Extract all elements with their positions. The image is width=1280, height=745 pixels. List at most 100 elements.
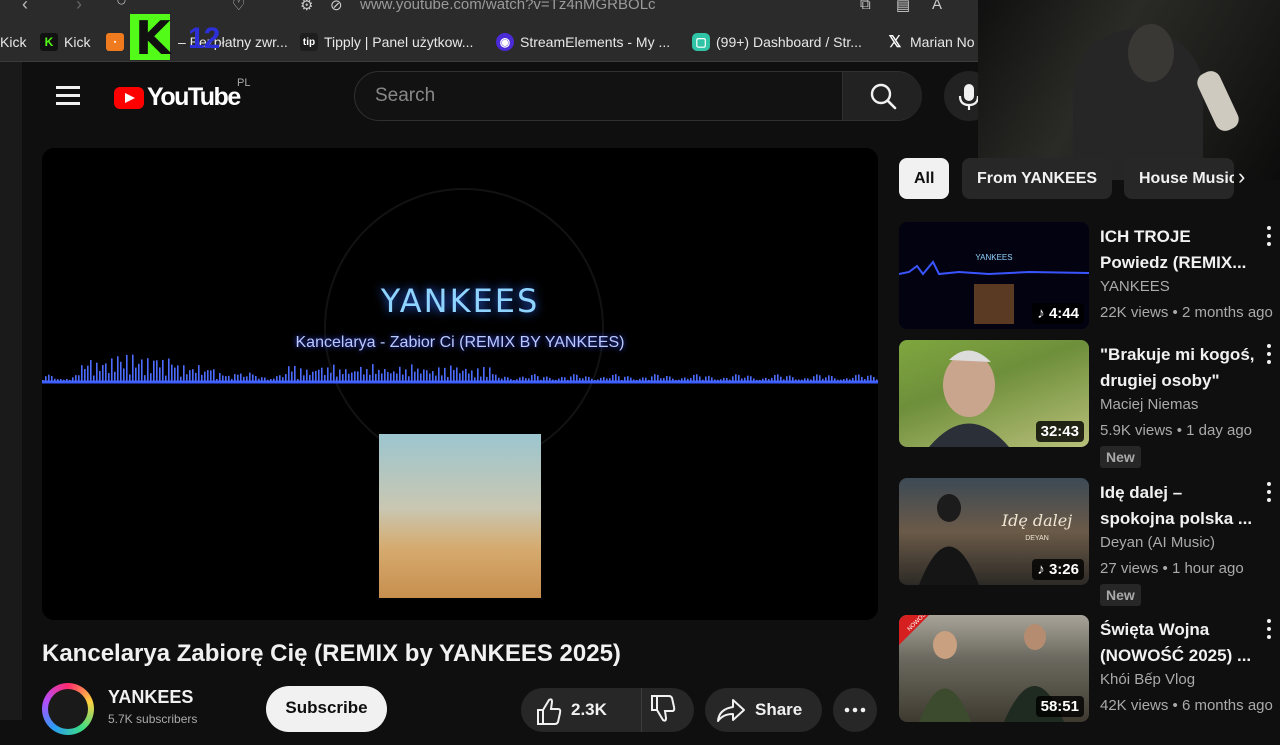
waveform-bar	[549, 377, 551, 382]
chip-house-music[interactable]: House Music	[1124, 158, 1234, 199]
waveform-bar	[468, 373, 470, 382]
site-settings-icon[interactable]: ⚙	[300, 0, 313, 14]
waveform-bar	[525, 378, 527, 382]
duration-badge: ♪ 4:44	[1032, 303, 1084, 324]
waveform-bar	[870, 375, 872, 382]
waveform-bar	[51, 376, 53, 382]
bookmark-add-icon[interactable]: ♡	[232, 0, 245, 14]
search-button[interactable]	[842, 72, 922, 120]
bookmark-streamelements[interactable]: ◉ StreamElements - My ...	[496, 32, 670, 52]
waveform-bar	[816, 374, 818, 382]
more-vertical-icon[interactable]	[1263, 226, 1275, 252]
subscribe-button[interactable]: Subscribe	[266, 686, 387, 732]
recommendation-channel[interactable]: Deyan (AI Music)	[1100, 534, 1215, 551]
more-vertical-icon[interactable]	[1263, 344, 1275, 370]
waveform-bar	[654, 374, 656, 382]
video-thumbnail[interactable]: YANKEES ♪ 4:44	[899, 222, 1089, 329]
bookmark-label: (99+) Dashboard / Str...	[716, 34, 862, 50]
chevron-right-icon[interactable]: ›	[1238, 164, 1245, 190]
waveform-bar	[858, 374, 860, 382]
waveform-bar	[246, 376, 248, 382]
bookmark-kick-2[interactable]: K Kick	[40, 32, 90, 52]
recommendation-title[interactable]: Święta Wojna (NOWOŚĆ 2025) ...	[1100, 617, 1258, 669]
waveform-bar	[237, 374, 239, 382]
recommendation-title[interactable]: ICH TROJE Powiedz (REMIX...	[1100, 224, 1258, 276]
waveform-bar	[198, 365, 200, 382]
waveform-bar	[846, 378, 848, 382]
channel-name[interactable]: YANKEES	[108, 687, 193, 708]
waveform-bar	[732, 376, 734, 382]
recommendation-channel[interactable]: YANKEES	[1100, 278, 1170, 295]
recommendation-item[interactable]: Idę dalej DEYAN ♪ 3:26 Idę dalej – spoko…	[899, 478, 1280, 608]
translate-icon[interactable]: A	[932, 0, 942, 13]
waveform-bar	[282, 377, 284, 382]
more-actions-button[interactable]	[833, 688, 877, 732]
bookmark-dashboard[interactable]: ▢ (99+) Dashboard / Str...	[692, 32, 862, 52]
video-player[interactable]: YANKEES Kancelarya - Zabior Ci (REMIX BY…	[42, 148, 878, 620]
waveform-bar	[558, 378, 560, 382]
waveform-bar	[162, 359, 164, 382]
video-thumbnail[interactable]: 32:43	[899, 340, 1089, 447]
more-vertical-icon[interactable]	[1263, 619, 1275, 645]
recommendation-channel[interactable]: Khói Bếp Vlog	[1100, 671, 1195, 688]
bookmark-x[interactable]: 𝕏 Marian No	[886, 32, 975, 52]
recommendation-item[interactable]: YANKEES ♪ 4:44 ICH TROJE Powiedz (REMIX.…	[899, 222, 1280, 352]
tracking-icon[interactable]: ⊘	[330, 0, 343, 14]
duration-badge: 58:51	[1035, 696, 1084, 717]
waveform-bar	[552, 379, 554, 382]
chip-all[interactable]: All	[899, 158, 950, 199]
waveform-bar	[864, 379, 866, 382]
address-bar[interactable]: www.youtube.com/watch?v=Tz4nMGRBOLc	[360, 0, 656, 13]
waveform-bar	[474, 377, 476, 382]
forward-icon[interactable]: ›	[76, 0, 82, 15]
like-button[interactable]: 2.3K	[521, 688, 641, 732]
reload-icon[interactable]: ○	[116, 0, 127, 11]
waveform-bar	[219, 373, 221, 382]
waveform-bar	[120, 361, 122, 382]
waveform-bar	[126, 354, 128, 382]
chip-from-channel[interactable]: From YANKEES	[962, 158, 1112, 199]
waveform-bar	[672, 378, 674, 382]
recommendation-item[interactable]: 32:43 "Brakuje mi kogoś, drugiej osoby" …	[899, 340, 1280, 470]
waveform-bar	[48, 374, 50, 382]
share-icon	[717, 699, 745, 722]
waveform-bar	[141, 359, 143, 382]
bookmark-tipply[interactable]: tip Tipply | Panel użytkow...	[300, 32, 473, 52]
waveform-bar	[639, 378, 641, 382]
dislike-button[interactable]	[641, 688, 694, 732]
recommendation-title[interactable]: "Brakuje mi kogoś, drugiej osoby"	[1100, 342, 1258, 394]
screen-cast-icon[interactable]: ⧉	[860, 0, 871, 13]
waveform-bar	[822, 378, 824, 382]
recommendation-channel[interactable]: Maciej Niemas	[1100, 396, 1198, 413]
recommendation-title[interactable]: Idę dalej – spokojna polska ...	[1100, 480, 1258, 532]
waveform-bar	[666, 375, 668, 382]
waveform-bar	[762, 378, 764, 382]
channel-avatar[interactable]	[42, 683, 94, 735]
waveform-bar	[63, 379, 65, 382]
svg-text:Idę dalej: Idę dalej	[1001, 511, 1072, 530]
waveform-bar	[459, 373, 461, 382]
title-line: drugiej osoby"	[1100, 371, 1220, 390]
waveform-bar	[603, 377, 605, 382]
bookmark-kick-1[interactable]: Kick	[0, 32, 26, 52]
waveform-bar	[876, 379, 878, 382]
reader-icon[interactable]: ▤	[896, 0, 910, 14]
waveform-bar	[255, 375, 257, 382]
waveform-bar	[840, 379, 842, 382]
share-button[interactable]: Share	[705, 688, 822, 732]
video-thumbnail[interactable]: Idę dalej DEYAN ♪ 3:26	[899, 478, 1089, 585]
waveform-bar	[795, 379, 797, 382]
menu-icon[interactable]	[56, 86, 80, 106]
video-thumbnail[interactable]: NOWOŚĆ 58:51	[899, 615, 1089, 722]
recommendation-item[interactable]: NOWOŚĆ 58:51 Święta Wojna (NOWOŚĆ 2025) …	[899, 615, 1280, 745]
waveform-bar	[303, 375, 305, 382]
region-code: PL	[237, 77, 251, 89]
audio-waveform	[42, 354, 878, 384]
waveform-bar	[402, 374, 404, 382]
more-vertical-icon[interactable]	[1263, 482, 1275, 508]
waveform-bar	[138, 363, 140, 382]
waveform-bar	[627, 376, 629, 382]
youtube-logo[interactable]: YouTube PL	[114, 77, 250, 112]
back-icon[interactable]: ‹	[22, 0, 28, 15]
search-input[interactable]	[355, 72, 842, 120]
